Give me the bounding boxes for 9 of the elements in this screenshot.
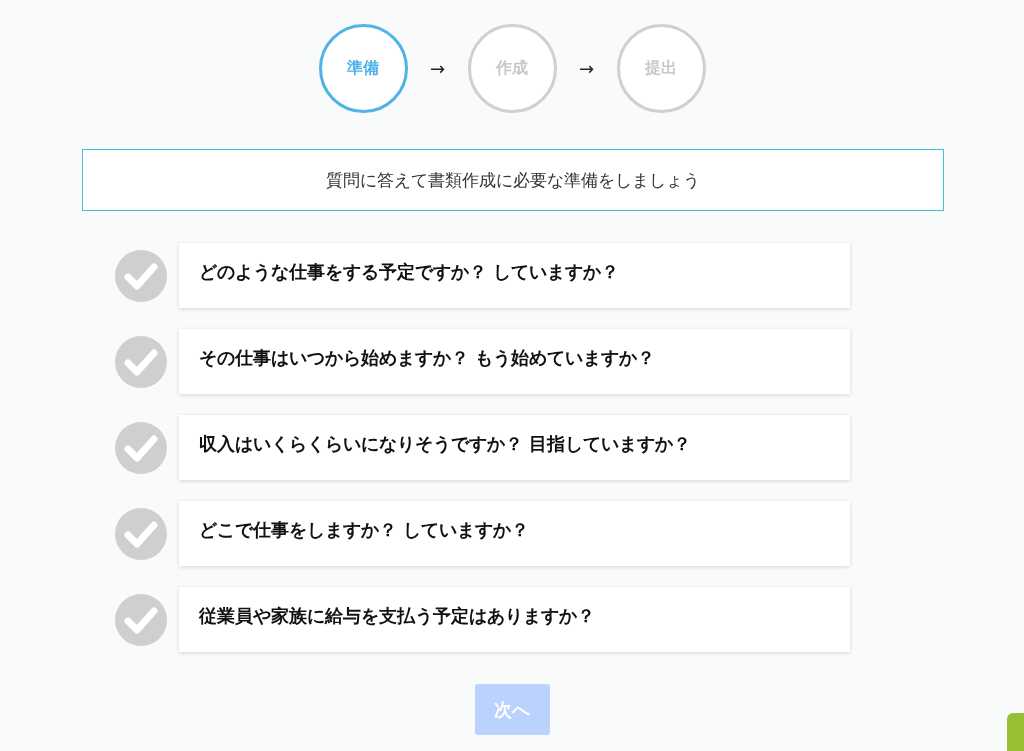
arrow-icon: →	[407, 58, 468, 79]
question-card[interactable]: どのような仕事をする予定ですか？ していますか？	[179, 243, 850, 308]
question-card[interactable]: 収入はいくらくらいになりそうですか？ 目指していますか？	[179, 415, 850, 480]
side-tab[interactable]	[1007, 713, 1024, 751]
question-card[interactable]: 従業員や家族に給与を支払う予定はありますか？	[179, 587, 850, 652]
arrow-icon: →	[556, 58, 617, 79]
question-card[interactable]: その仕事はいつから始めますか？ もう始めていますか？	[179, 329, 850, 394]
question-card[interactable]: どこで仕事をしますか？ していますか？	[179, 501, 850, 566]
intro-banner: 質問に答えて書類作成に必要な準備をしましょう	[82, 149, 944, 211]
